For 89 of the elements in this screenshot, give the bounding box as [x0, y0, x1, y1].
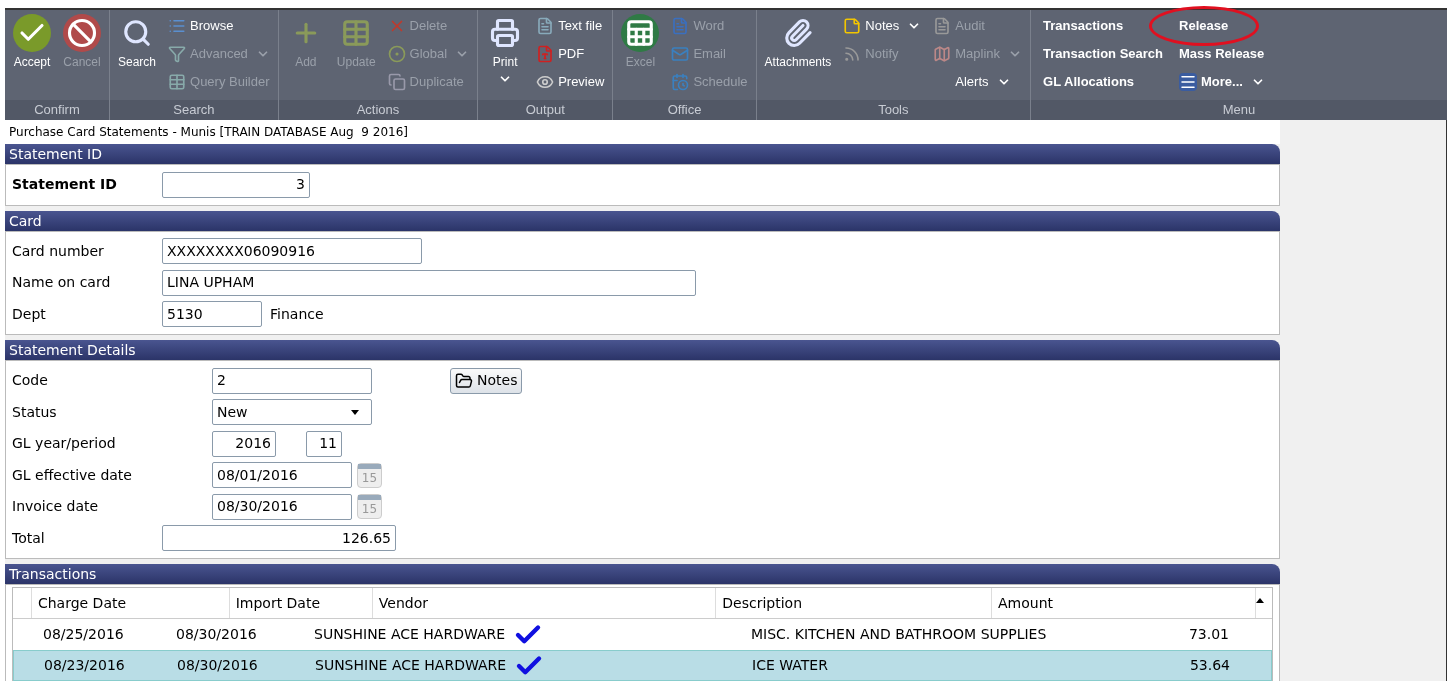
column-header[interactable]: Amount	[992, 588, 1256, 618]
dropdown-arrow-icon	[351, 409, 359, 415]
group-label: Menu	[1031, 100, 1447, 120]
toolbar-button[interactable]: Print	[482, 10, 529, 100]
toolbar-button[interactable]: PDF	[536, 40, 605, 68]
menu-icon	[1179, 73, 1198, 91]
group-label: Tools	[756, 100, 1031, 120]
column-header[interactable]: Charge Date	[31, 588, 230, 618]
toolbar-icon	[933, 45, 952, 63]
column-header[interactable]: Vendor	[372, 588, 717, 618]
toolbar-icon	[843, 17, 862, 35]
toolbar-icon	[168, 17, 187, 35]
toolbar-button[interactable]: Accept	[9, 10, 55, 100]
toolbar-icon	[63, 14, 101, 52]
toolbar-button[interactable]: Preview	[536, 68, 605, 96]
number-field[interactable]: 126.65	[162, 525, 396, 552]
toolbar-button[interactable]: Notes	[843, 12, 922, 40]
text-field[interactable]: 2	[212, 367, 372, 394]
menu-link[interactable]: Mass Release	[1179, 44, 1265, 64]
menu-link[interactable]: GL Allocations	[1043, 72, 1135, 92]
table-cell-text: SUNSHINE ACE HARDWARE	[315, 656, 507, 675]
menu-link[interactable]: More...	[1179, 72, 1265, 92]
field-label: Status	[12, 402, 58, 422]
toolbar-icon	[13, 14, 51, 52]
section-header: Statement Details	[5, 340, 1280, 360]
column-header[interactable]: Import Date	[229, 588, 373, 618]
menu-link[interactable]: Transactions	[1043, 16, 1124, 36]
table-cell-text: SUNSHINE ACE HARDWARE	[314, 625, 506, 644]
toolbar-icon	[387, 73, 406, 91]
toolbar-button[interactable]: Attachments	[760, 10, 836, 100]
table-cell-text: 08/23/2016	[44, 656, 125, 675]
field-label: GL year/period	[12, 434, 117, 454]
toolbar-icon	[536, 73, 555, 91]
toolbar-icon	[671, 17, 690, 35]
text-field[interactable]: 11	[306, 430, 342, 457]
field-label: Dept	[12, 304, 47, 324]
table-cell-text: ICE WATER	[752, 656, 828, 675]
folder-icon	[455, 371, 473, 390]
toolbar-icon	[671, 45, 690, 63]
table-row[interactable]: 08/23/2016 08/30/2016 SUNSHINE ACE HARDWARE ICE WATER 53.64	[13, 650, 1272, 681]
number-field[interactable]: 3	[162, 171, 310, 198]
toolbar-icon	[621, 14, 660, 52]
field-label: Name on card	[12, 273, 112, 293]
table-cell-text: MISC. KITCHEN AND BATHROOM SUPPLIES	[751, 625, 1047, 644]
table-cell-text: 08/30/2016	[177, 656, 258, 675]
table-cell-text: 53.64	[1189, 656, 1230, 675]
text-field[interactable]: XXXXXXXX06090916	[162, 238, 422, 265]
table-cell-text: 73.01	[1188, 625, 1229, 644]
window-title: Purchase Card Statements - Munis [TRAIN DATABASE Aug 9 2016]	[5, 120, 1280, 144]
group-label: Confirm	[5, 100, 109, 120]
table-cell-text: 08/30/2016	[176, 625, 257, 644]
status-dropdown[interactable]: New	[212, 399, 372, 426]
field-label: GL effective date	[12, 465, 133, 485]
toolbar-icon	[933, 17, 952, 35]
group-label: Output	[478, 100, 613, 120]
toolbar-icon	[168, 73, 187, 91]
toolbar-icon	[843, 45, 862, 63]
group-label: Actions	[278, 100, 478, 120]
date-field[interactable]: 08/01/2016	[212, 462, 352, 489]
toolbar-button[interactable]: Alerts	[933, 68, 1023, 96]
toolbar-icon	[536, 45, 555, 63]
toolbar-icon	[387, 45, 406, 63]
field-label: Total	[12, 528, 46, 548]
text-field[interactable]: 5130	[162, 301, 262, 328]
field-label: Card number	[12, 241, 105, 261]
field-label: Statement ID	[12, 175, 118, 195]
field-label: Code	[12, 371, 49, 391]
section-header: Card	[5, 210, 1280, 231]
group-label: Office	[613, 100, 756, 120]
section-header: Statement ID	[5, 144, 1280, 164]
field-description: Finance	[270, 304, 324, 324]
text-field[interactable]: LINA UPHAM	[162, 269, 696, 296]
table-cell-text: 08/25/2016	[43, 625, 124, 644]
toolbar-button[interactable]: Search	[114, 10, 161, 100]
field-label: Invoice date	[12, 497, 100, 517]
menu-link[interactable]: Transaction Search	[1043, 44, 1164, 64]
toolbar-icon	[671, 73, 690, 91]
toolbar-button[interactable]: Browse	[168, 12, 270, 40]
group-label: Search	[110, 100, 278, 120]
notes-button[interactable]: Notes	[450, 367, 523, 394]
menu-link[interactable]: Release	[1179, 16, 1229, 36]
column-header[interactable]: Description	[716, 588, 992, 618]
toolbar-button[interactable]: Text file	[536, 12, 605, 40]
date-field[interactable]: 08/30/2016	[212, 493, 352, 520]
text-field[interactable]: 2016	[212, 430, 276, 457]
section-header: Transactions	[5, 564, 1280, 584]
toolbar-icon	[536, 17, 555, 35]
scroll-up-arrow-icon[interactable]	[1256, 598, 1264, 603]
toolbar-icon	[168, 45, 187, 63]
